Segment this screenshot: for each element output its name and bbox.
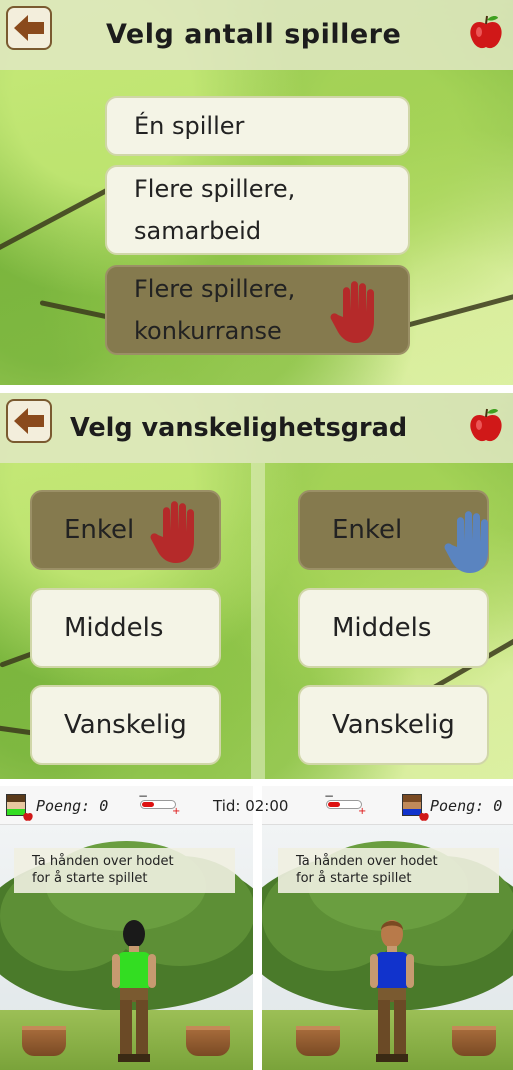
back-button[interactable]: [6, 6, 52, 50]
option-multiplayer-competition[interactable]: Flere spillere, konkurranse: [105, 265, 410, 355]
plus-sign: +: [358, 806, 367, 817]
plus-sign: +: [172, 806, 181, 817]
back-arrow-icon: [14, 15, 44, 41]
apple-icon: [419, 812, 429, 821]
basket: [296, 1026, 340, 1056]
right-option-hard[interactable]: Vanskelig: [298, 685, 489, 765]
option-single-player[interactable]: Én spiller: [105, 96, 410, 156]
message-line1: Ta hånden over hodet: [296, 854, 438, 869]
right-score: Poeng: 0: [430, 797, 503, 815]
red-hand-icon: [330, 281, 374, 343]
back-arrow-icon: [14, 408, 44, 434]
message-line2: for å starte spillet: [296, 871, 412, 886]
option-label-line2: konkurranse: [134, 317, 282, 345]
option-label: Enkel: [64, 515, 135, 545]
player-divider: [251, 463, 265, 779]
option-label: Vanskelig: [64, 710, 187, 740]
message-line2: for å starte spillet: [32, 871, 148, 886]
header: Velg vanskelighetsgrad: [0, 393, 513, 463]
right-player-view: Ta hånden over hodet for å starte spille…: [262, 786, 513, 1070]
basket: [186, 1026, 230, 1056]
option-label: Middels: [332, 613, 432, 643]
minus-sign: −: [138, 789, 149, 803]
red-hand-icon: [150, 501, 194, 563]
option-label-line2: samarbeid: [134, 217, 262, 245]
basket: [22, 1026, 66, 1056]
game-divider: [253, 786, 262, 1070]
player-avatar: [370, 920, 414, 1062]
left-option-easy[interactable]: Enkel: [30, 490, 221, 570]
difficulty-screen: Velg vanskelighetsgrad Enkel Middels Van…: [0, 393, 513, 779]
apple-icon: [470, 408, 502, 442]
header: Velg antall spillere: [0, 0, 513, 70]
timer: Tid: 02:00: [213, 797, 289, 815]
start-message: Ta hånden over hodet for å starte spille…: [278, 848, 499, 893]
option-label-line1: Flere spillere,: [134, 175, 296, 203]
option-label: Enkel: [332, 515, 403, 545]
left-option-medium[interactable]: Middels: [30, 588, 221, 668]
right-option-medium[interactable]: Middels: [298, 588, 489, 668]
message-line1: Ta hånden over hodet: [32, 854, 174, 869]
option-multiplayer-cooperative[interactable]: Flere spillere, samarbeid: [105, 165, 410, 255]
option-label-line1: Flere spillere,: [134, 275, 296, 303]
blue-hand-icon: [444, 511, 488, 573]
apple-icon: [23, 812, 33, 821]
back-button[interactable]: [6, 399, 52, 443]
minus-sign: −: [324, 789, 335, 803]
player-avatar: [112, 920, 156, 1062]
page-title: Velg vanskelighetsgrad: [70, 413, 408, 443]
option-label: Vanskelig: [332, 710, 455, 740]
basket: [452, 1026, 496, 1056]
left-score: Poeng: 0: [36, 797, 109, 815]
option-label: Én spiller: [134, 112, 245, 140]
option-label: Middels: [64, 613, 164, 643]
player-count-screen: Velg antall spillere Én spiller Flere sp…: [0, 0, 513, 385]
start-message: Ta hånden over hodet for å starte spille…: [14, 848, 235, 893]
apple-icon: [470, 15, 502, 49]
left-player-view: Ta hånden over hodet for å starte spille…: [0, 786, 253, 1070]
left-option-hard[interactable]: Vanskelig: [30, 685, 221, 765]
page-title: Velg antall spillere: [106, 19, 402, 50]
